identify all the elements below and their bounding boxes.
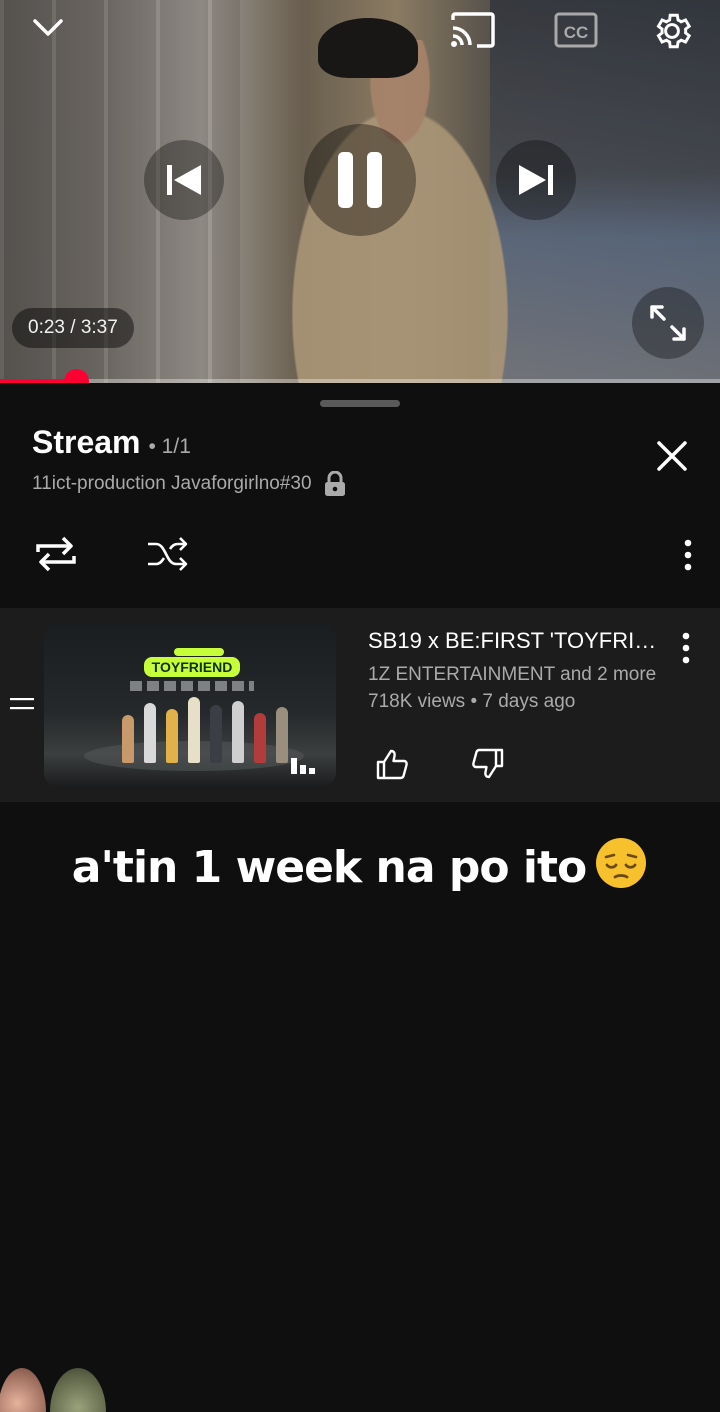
thumbnail-figure (144, 703, 156, 763)
thumbnail-figure (232, 701, 244, 763)
fullscreen-icon (650, 305, 686, 341)
thumbs-up-icon (376, 749, 408, 780)
next-button[interactable] (496, 140, 576, 220)
loop-button[interactable] (28, 526, 84, 582)
thumbnail-figure (276, 707, 288, 763)
thumbs-down-icon (472, 748, 504, 779)
drag-handle[interactable] (320, 400, 400, 407)
thumbnail-figure (122, 715, 134, 763)
captions-icon[interactable]: CC (550, 8, 602, 52)
thumbnail-figure (166, 709, 178, 763)
thumbnail-logo: TOYFRIEND (144, 657, 240, 677)
like-button[interactable] (370, 740, 414, 788)
thumbnail-credits (130, 681, 254, 691)
queue-panel (0, 383, 720, 1412)
chevron-down-icon[interactable] (22, 6, 74, 50)
fullscreen-button[interactable] (632, 287, 704, 359)
previous-button[interactable] (144, 140, 224, 220)
skip-previous-icon (167, 165, 201, 195)
cast-icon[interactable] (446, 8, 498, 52)
shuffle-button[interactable] (140, 526, 196, 582)
close-queue-button[interactable] (646, 430, 698, 482)
thumbnail-figure (188, 697, 200, 763)
pensive-face-emoji (596, 838, 647, 888)
queue-title: Stream (32, 424, 141, 460)
queue-header: Stream • 1/1 (32, 424, 191, 461)
equalizer-icon (291, 758, 315, 774)
avatar[interactable] (48, 1366, 108, 1412)
queue-count: • 1/1 (148, 435, 191, 458)
video-player[interactable]: CC 0:23 / 3:37 (0, 0, 720, 383)
video-metadata: 718K views • 7 days ago (368, 691, 576, 712)
queue-more-button[interactable] (664, 530, 712, 580)
more-vert-icon (682, 632, 690, 664)
skip-next-icon (519, 165, 553, 195)
lock-icon (324, 471, 345, 496)
thumbnail-tag (174, 648, 224, 656)
gear-icon[interactable] (646, 6, 698, 56)
item-more-button[interactable] (664, 626, 708, 670)
thumbnail-figure (210, 705, 222, 763)
pause-button[interactable] (304, 124, 416, 236)
thumbnail-figure (254, 713, 266, 763)
queue-subtitle: 11ict-production Javaforgirlno#30 (32, 473, 312, 494)
overlay-caption-text: a'tin 1 week na po ito (71, 842, 587, 893)
more-vert-icon (684, 539, 692, 571)
time-display: 0:23 / 3:37 (12, 308, 134, 348)
pause-icon (338, 152, 382, 208)
repeat-icon (36, 536, 76, 572)
participant-avatars[interactable] (0, 1366, 110, 1412)
close-icon (657, 441, 687, 471)
avatar[interactable] (0, 1366, 48, 1412)
shuffle-icon (148, 537, 188, 571)
queue-subtitle-row: 11ict-production Javaforgirlno#30 (32, 471, 346, 497)
captions-label: CC (564, 23, 589, 42)
video-title[interactable]: SB19 x BE:FIRST 'TOYFRIEND' Official MV (368, 628, 658, 654)
overlay-caption: a'tin 1 week na po ito (0, 836, 720, 893)
video-channel: 1Z ENTERTAINMENT and 2 more (368, 664, 657, 685)
dislike-button[interactable] (466, 740, 510, 788)
reorder-handle-icon[interactable] (8, 696, 36, 712)
